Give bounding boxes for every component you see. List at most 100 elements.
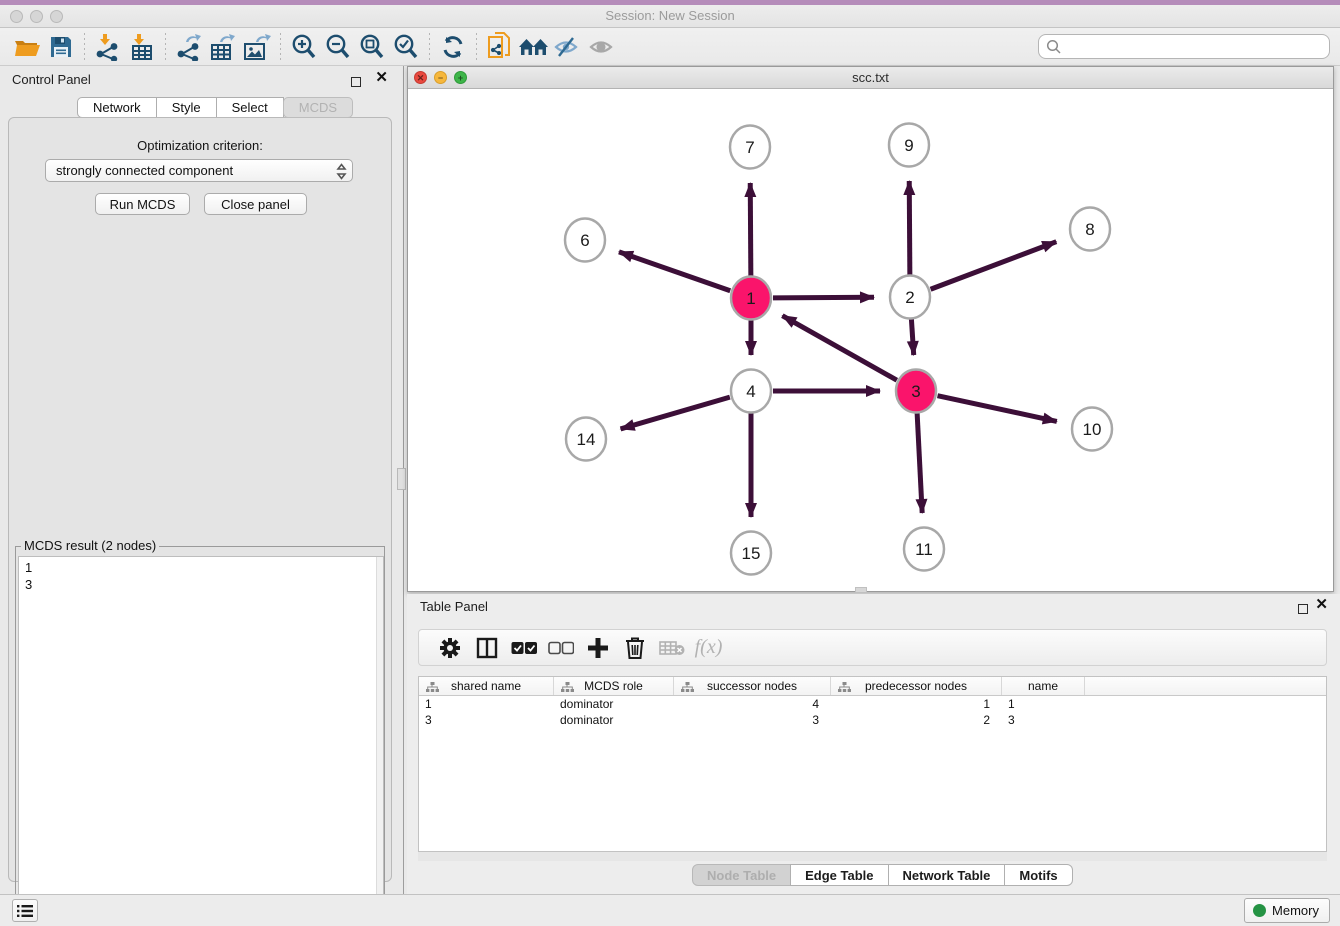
float-table-panel-icon[interactable]	[1298, 601, 1308, 619]
export-image-button[interactable]	[240, 32, 274, 62]
memory-label: Memory	[1272, 903, 1319, 918]
import-table-icon	[127, 33, 157, 61]
plus-icon	[587, 637, 609, 659]
function-builder-button-disabled: f(x)	[690, 633, 727, 663]
tab-motifs[interactable]: Motifs	[1004, 864, 1072, 886]
edge-2-8[interactable]	[931, 242, 1057, 290]
home-icon	[518, 35, 550, 59]
cell-mcds-role[interactable]: dominator	[554, 712, 674, 728]
edge-1-6[interactable]	[619, 252, 730, 291]
splitter-grabber[interactable]	[397, 468, 406, 490]
task-history-button[interactable]	[12, 899, 38, 922]
tab-mcds[interactable]: MCDS	[283, 97, 353, 118]
tab-network[interactable]: Network	[77, 97, 157, 118]
refresh-button[interactable]	[436, 32, 470, 62]
export-network-button[interactable]	[172, 32, 206, 62]
edge-2-3[interactable]	[911, 319, 913, 355]
edge-2-9[interactable]	[909, 181, 910, 275]
cell-successor-nodes[interactable]: 4	[674, 696, 831, 712]
table-settings-button[interactable]	[431, 633, 468, 663]
edge-1-2[interactable]	[773, 297, 874, 298]
cell-predecessor-nodes[interactable]: 2	[831, 712, 1002, 728]
optimization-criterion-select[interactable]: strongly connected component	[45, 159, 353, 182]
tab-style[interactable]: Style	[156, 97, 217, 118]
cell-shared-name[interactable]: 3	[419, 712, 554, 728]
zoom-selected-button[interactable]	[389, 32, 423, 62]
edge-3-11[interactable]	[917, 413, 922, 513]
zoom-out-button[interactable]	[321, 32, 355, 62]
app-title: Session: New Session	[0, 8, 1340, 23]
cell-predecessor-nodes[interactable]: 1	[831, 696, 1002, 712]
tab-edge-table[interactable]: Edge Table	[790, 864, 888, 886]
close-table-panel-icon[interactable]: ✕	[1315, 600, 1328, 610]
edge-3-10[interactable]	[938, 396, 1057, 422]
mcds-result-text[interactable]: 1 3	[18, 556, 384, 924]
close-panel-icon[interactable]: ✕	[375, 73, 388, 83]
column-header-name[interactable]: name	[1002, 677, 1085, 695]
column-header-predecessor-nodes[interactable]: predecessor nodes	[831, 677, 1002, 695]
column-header-successor-nodes[interactable]: successor nodes	[674, 677, 831, 695]
cell-successor-nodes[interactable]: 3	[674, 712, 831, 728]
run-mcds-button[interactable]: Run MCDS	[95, 193, 190, 215]
cell-shared-name[interactable]: 1	[419, 696, 554, 712]
control-panel: Control Panel ✕ Network Style Select MCD…	[0, 66, 400, 894]
node-label: 10	[1083, 420, 1102, 439]
select-all-button[interactable]	[505, 633, 542, 663]
show-panels-button[interactable]	[585, 32, 619, 62]
hierarchy-icon	[561, 682, 574, 693]
column-header-shared-name[interactable]: shared name	[419, 677, 554, 695]
home-button[interactable]	[517, 32, 551, 62]
open-file-button[interactable]	[10, 32, 44, 62]
network-window-titlebar[interactable]: ✕ − + scc.txt	[408, 67, 1333, 89]
import-table-button[interactable]	[125, 32, 159, 62]
horizontal-splitter-grabber[interactable]	[855, 587, 867, 593]
edge-3-1[interactable]	[782, 316, 896, 381]
export-table-button[interactable]	[206, 32, 240, 62]
table-toolbar: f(x)	[418, 629, 1327, 666]
tab-network-table[interactable]: Network Table	[888, 864, 1006, 886]
result-line: 1	[25, 559, 377, 576]
table-row[interactable]: 1 dominator 4 1 1	[419, 696, 1326, 712]
create-column-button[interactable]	[579, 633, 616, 663]
eye-icon	[587, 35, 617, 59]
tab-select[interactable]: Select	[216, 97, 284, 118]
zoom-in-button[interactable]	[287, 32, 321, 62]
node-table[interactable]: shared name MCDS role successor nodes pr…	[418, 676, 1327, 852]
table-row[interactable]: 3 dominator 3 2 3	[419, 712, 1326, 728]
hide-panels-button[interactable]	[551, 32, 585, 62]
zoom-fit-button[interactable]	[355, 32, 389, 62]
toolbar-separator	[84, 33, 85, 61]
duplicate-network-button[interactable]	[483, 32, 517, 62]
close-panel-button[interactable]: Close panel	[204, 193, 307, 215]
cell-name[interactable]: 1	[1002, 696, 1085, 712]
edge-1-7[interactable]	[750, 183, 751, 276]
delete-column-button[interactable]	[616, 633, 653, 663]
tab-node-table[interactable]: Node Table	[692, 864, 791, 886]
table-panel: Table Panel ✕	[407, 594, 1340, 894]
toolbar-separator	[165, 33, 166, 61]
float-panel-icon[interactable]	[351, 74, 361, 92]
selected-criterion: strongly connected component	[56, 163, 233, 178]
search-input[interactable]	[1065, 36, 1320, 57]
node-label: 3	[911, 382, 920, 401]
cell-name[interactable]: 3	[1002, 712, 1085, 728]
show-column-panel-button[interactable]	[468, 633, 505, 663]
deselect-all-button[interactable]	[542, 633, 579, 663]
column-header-mcds-role[interactable]: MCDS role	[554, 677, 674, 695]
save-session-button[interactable]	[44, 32, 78, 62]
search-box[interactable]	[1038, 34, 1330, 59]
edge-4-14[interactable]	[621, 397, 730, 429]
open-folder-icon	[13, 35, 41, 59]
node-label: 8	[1085, 220, 1094, 239]
result-scrollbar[interactable]	[376, 557, 383, 923]
save-icon	[49, 35, 73, 59]
import-network-button[interactable]	[91, 32, 125, 62]
cell-mcds-role[interactable]: dominator	[554, 696, 674, 712]
table-scrollbar-track[interactable]	[418, 852, 1327, 861]
import-network-icon	[93, 33, 123, 61]
delete-table-button-disabled	[653, 633, 690, 663]
network-canvas[interactable]: 1234678910111415	[408, 89, 1333, 591]
optimization-criterion-label: Optimization criterion:	[9, 138, 391, 153]
network-window-title: scc.txt	[408, 70, 1333, 85]
memory-button[interactable]: Memory	[1244, 898, 1330, 923]
